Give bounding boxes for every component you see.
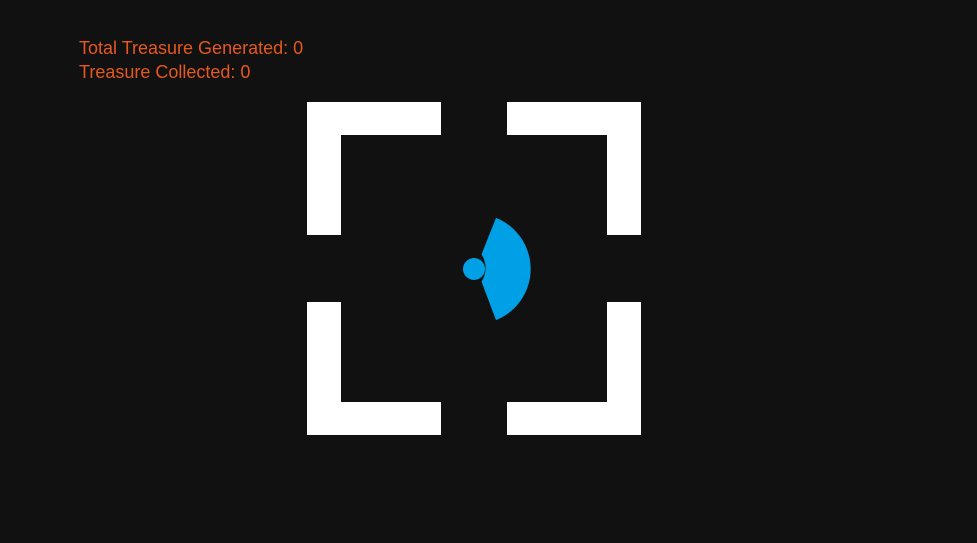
wall-top-right <box>507 102 641 235</box>
wall-bottom-left <box>307 302 441 435</box>
player-vision-cone <box>481 217 531 321</box>
game-canvas[interactable]: Total Treasure Generated: 0 Treasure Col… <box>0 0 977 543</box>
player-avatar <box>463 258 485 280</box>
wall-bottom-right <box>507 302 641 435</box>
playfield <box>307 102 641 435</box>
wall-top-left <box>307 102 441 235</box>
